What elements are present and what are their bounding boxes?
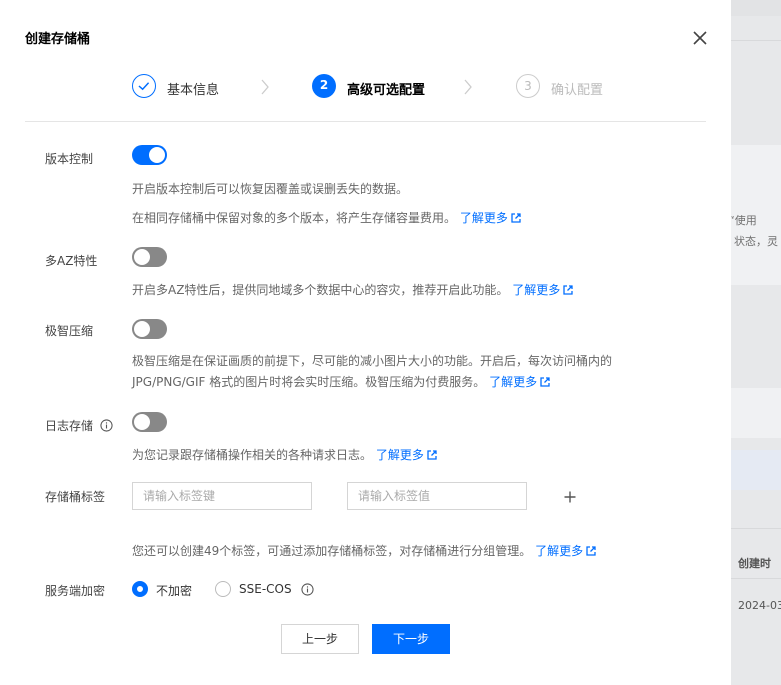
- link-text: 了解更多: [535, 544, 583, 558]
- link-text: 了解更多: [460, 211, 508, 225]
- close-icon[interactable]: [690, 28, 710, 48]
- compression-desc-1: 极智压缩是在保证画质的前提下，尽可能的减小图片大小的功能。开启后，每次访问桶内的: [132, 352, 612, 369]
- chevron-right-icon: [259, 78, 271, 96]
- background-divider: [731, 40, 781, 41]
- background-divider-2: [731, 528, 781, 529]
- background-page: “使用 状态，灵 创建时 2024-03: [731, 0, 781, 685]
- header-divider: [25, 121, 706, 122]
- multi-az-desc: 开启多AZ特性后，提供同地域多个数据中心的容灾，推荐开启此功能。 了解更多: [132, 281, 573, 298]
- logging-desc-text: 为您记录跟存储桶操作相关的各种请求日志。: [132, 448, 372, 462]
- encryption-label: 服务端加密: [45, 582, 105, 599]
- compression-learn-more-link[interactable]: 了解更多: [489, 375, 550, 389]
- external-link-icon: [511, 213, 521, 223]
- create-bucket-dialog: 创建存储桶 基本信息 2 高级可选配置 3 确认配置 版本控制 开启版本控制后可…: [0, 0, 731, 685]
- tag-value-input[interactable]: [347, 482, 527, 510]
- compression-desc-2-text: JPG/PNG/GIF 格式的图片时将会实时压缩。极智压缩为付费服务。: [132, 375, 485, 389]
- background-text-2: 状态，灵: [734, 233, 778, 249]
- external-link-icon: [427, 450, 437, 460]
- check-icon: [133, 75, 155, 97]
- link-text: 了解更多: [376, 448, 424, 462]
- multi-az-label: 多AZ特性: [45, 252, 97, 269]
- tag-key-input[interactable]: [132, 482, 312, 510]
- encryption-none-label[interactable]: 不加密: [156, 582, 192, 599]
- background-panel-2: [731, 388, 781, 438]
- background-divider-3: [731, 578, 781, 579]
- next-step-button[interactable]: 下一步: [372, 624, 450, 654]
- add-tag-icon[interactable]: [563, 490, 577, 504]
- external-link-icon: [563, 285, 573, 295]
- toggle-knob: [149, 147, 165, 163]
- compression-toggle[interactable]: [132, 319, 167, 339]
- info-icon[interactable]: [301, 583, 314, 596]
- logging-learn-more-link[interactable]: 了解更多: [376, 448, 437, 462]
- versioning-desc-2: 在相同存储桶中保留对象的多个版本，将产生存储容量费用。 了解更多: [132, 209, 521, 226]
- logging-desc: 为您记录跟存储桶操作相关的各种请求日志。 了解更多: [132, 446, 437, 463]
- toggle-knob: [134, 249, 150, 265]
- compression-label: 极智压缩: [45, 322, 93, 339]
- encryption-sse-cos-radio[interactable]: [215, 581, 231, 597]
- versioning-toggle[interactable]: [132, 145, 167, 165]
- background-text-1: “使用: [731, 212, 757, 228]
- multi-az-toggle[interactable]: [132, 247, 167, 267]
- versioning-learn-more-link[interactable]: 了解更多: [460, 211, 521, 225]
- encryption-none-radio[interactable]: [132, 581, 148, 597]
- step-3-label: 确认配置: [551, 79, 603, 98]
- background-cell: 2024-03: [738, 599, 781, 612]
- step-1-label: 基本信息: [167, 79, 219, 98]
- background-highlight: [731, 450, 781, 490]
- tags-label: 存储桶标签: [45, 488, 105, 505]
- step-2-label: 高级可选配置: [347, 79, 425, 98]
- toggle-knob: [134, 321, 150, 337]
- multi-az-learn-more-link[interactable]: 了解更多: [512, 283, 573, 297]
- toggle-knob: [134, 414, 150, 430]
- step-3-indicator: 3: [516, 74, 540, 98]
- tags-desc: 您还可以创建49个标签，可通过添加存储桶标签，对存储桶进行分组管理。 了解更多: [132, 542, 596, 559]
- external-link-icon: [540, 377, 550, 387]
- background-column-header: 创建时: [738, 555, 771, 571]
- tags-learn-more-link[interactable]: 了解更多: [535, 544, 596, 558]
- logging-label: 日志存储: [45, 419, 93, 433]
- versioning-label: 版本控制: [45, 150, 93, 167]
- encryption-sse-cos-label[interactable]: SSE-COS: [239, 582, 292, 596]
- compression-desc-2: JPG/PNG/GIF 格式的图片时将会实时压缩。极智压缩为付费服务。 了解更多: [132, 373, 550, 390]
- multi-az-desc-text: 开启多AZ特性后，提供同地域多个数据中心的容灾，推荐开启此功能。: [132, 283, 508, 297]
- previous-step-button[interactable]: 上一步: [281, 624, 359, 654]
- logging-toggle[interactable]: [132, 412, 167, 432]
- chevron-right-icon: [462, 78, 474, 96]
- info-icon[interactable]: [100, 419, 113, 432]
- link-text: 了解更多: [512, 283, 560, 297]
- versioning-desc-2-text: 在相同存储桶中保留对象的多个版本，将产生存储容量费用。: [132, 211, 456, 225]
- background-header: [731, 0, 781, 16]
- link-text: 了解更多: [489, 375, 537, 389]
- tags-desc-text: 您还可以创建49个标签，可通过添加存储桶标签，对存储桶进行分组管理。: [132, 544, 531, 558]
- versioning-desc-1: 开启版本控制后可以恢复因覆盖或误删丢失的数据。: [132, 180, 408, 197]
- stepper: 基本信息 2 高级可选配置 3 确认配置: [0, 72, 731, 102]
- external-link-icon: [586, 546, 596, 556]
- step-1-indicator: [132, 74, 156, 98]
- step-2-indicator: 2: [312, 74, 336, 98]
- dialog-title: 创建存储桶: [25, 28, 90, 47]
- logging-label-row: 日志存储: [45, 417, 113, 434]
